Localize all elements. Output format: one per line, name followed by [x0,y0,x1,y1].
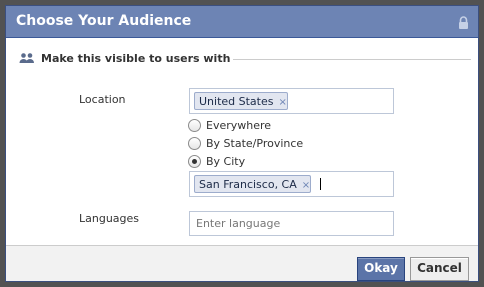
audience-dialog: Choose Your Audience Make this visible t… [5,5,479,282]
city-token-input[interactable]: San Francisco, CA × [189,171,394,197]
radio-by-state-label: By State/Province [206,137,304,150]
dialog-footer: Okay Cancel [6,245,478,281]
language-input[interactable] [189,211,394,236]
country-token-label: United States [199,95,274,108]
lock-icon [459,16,468,29]
location-token-input[interactable]: United States × [189,88,394,114]
city-token[interactable]: San Francisco, CA × [194,175,312,193]
okay-button[interactable]: Okay [357,257,405,281]
cancel-button[interactable]: Cancel [410,257,469,281]
remove-city-token-icon[interactable]: × [302,180,310,191]
radio-everywhere-button[interactable] [188,119,201,132]
country-token[interactable]: United States × [194,92,288,110]
radio-by-city-button[interactable] [188,155,201,168]
location-label: Location [79,93,126,106]
radio-by-city-label: By City [206,155,246,168]
visibility-section-header: Make this visible to users with [19,51,471,67]
remove-country-token-icon[interactable]: × [279,97,287,108]
radio-everywhere-label: Everywhere [206,119,272,132]
users-icon [19,53,34,63]
section-heading: Make this visible to users with [41,52,231,65]
text-caret [320,178,321,190]
languages-label: Languages [79,212,140,225]
city-token-label: San Francisco, CA [199,178,297,191]
dialog-titlebar: Choose Your Audience [6,6,478,38]
section-divider [233,59,471,60]
dialog-title: Choose Your Audience [16,13,192,29]
radio-by-state-button[interactable] [188,137,201,150]
